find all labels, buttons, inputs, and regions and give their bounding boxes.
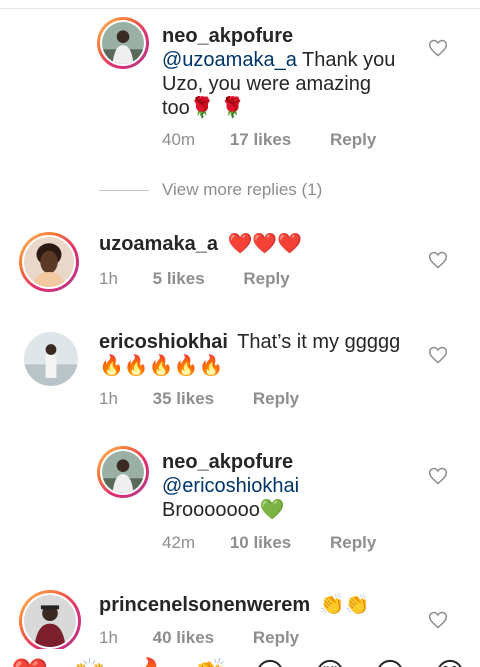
comment-princenelsonenwerem: princenelsonenwerem 👏👏 1h 40 likes Reply [0, 588, 480, 649]
comment-time: 40m [162, 130, 196, 149]
profile-photo [102, 451, 144, 493]
profile-photo [102, 22, 144, 64]
comment-body-line1: Thank you [302, 49, 396, 71]
emoji-clap[interactable]: 👏 [190, 655, 230, 667]
comment-body: 👏👏 [319, 594, 370, 616]
likes-count[interactable]: 5 likes [153, 269, 205, 289]
comment-text: neo_akpofure @ericoshiokhai Brooooooo💚 [162, 450, 412, 522]
like-heart-icon[interactable] [428, 250, 448, 270]
avatar[interactable] [19, 232, 79, 292]
likes-count[interactable]: 17 likes [230, 130, 291, 150]
emoji-fire[interactable]: 🔥 [130, 655, 170, 667]
comment-text: ericoshiokhai That’s it my ggggg 🔥🔥🔥🔥🔥 [99, 330, 419, 378]
comment-username[interactable]: princenelsonenwerem [99, 594, 310, 616]
emoji-crying[interactable]: 😢 [250, 655, 290, 667]
emoji-heart[interactable]: ❤️ [10, 655, 50, 667]
reply-button[interactable]: Reply [330, 130, 376, 150]
comment-meta: 1h 35 likes Reply [99, 389, 299, 409]
mention-link[interactable]: @ericoshiokhai [162, 475, 299, 497]
comment-reply-neo-1: neo_akpofure @uzoamaka_a Thank you Uzo, … [0, 0, 480, 170]
profile-photo [24, 237, 74, 287]
profile-photo [24, 595, 76, 647]
comment-time: 42m [162, 533, 196, 552]
likes-count[interactable]: 35 likes [153, 389, 214, 409]
comment-body-line2: 🔥🔥🔥🔥🔥 [99, 355, 224, 377]
comment-meta: 40m 17 likes Reply [162, 130, 376, 150]
comment-text: uzoamaka_a ❤️❤️❤️ [99, 232, 419, 256]
like-heart-icon[interactable] [428, 38, 448, 58]
comment-meta: 1h 5 likes Reply [99, 269, 290, 289]
comment-body-line2: Uzo, you were amazing [162, 73, 371, 95]
comment-text: princenelsonenwerem 👏👏 [99, 593, 419, 617]
emoji-raised-hands[interactable]: 🙌 [70, 655, 110, 667]
comment-body-line3: too🌹 🌹 [162, 97, 246, 119]
comment-username[interactable]: uzoamaka_a [99, 233, 218, 255]
comment-body: Brooooooo💚 [162, 499, 285, 521]
emoji-surprised[interactable]: 😮 [370, 655, 410, 667]
avatar[interactable] [19, 590, 81, 649]
reply-button[interactable]: Reply [330, 533, 376, 553]
like-heart-icon[interactable] [428, 466, 448, 486]
mention-link[interactable]: @uzoamaka_a [162, 49, 297, 71]
comment-time: 1h [99, 389, 118, 408]
comment-reply-neo-2: neo_akpofure @ericoshiokhai Brooooooo💚 4… [0, 440, 480, 570]
comment-body: That’s it my ggggg [237, 331, 401, 353]
reply-button[interactable]: Reply [253, 628, 299, 648]
reply-button[interactable]: Reply [243, 269, 289, 289]
comment-time: 1h [99, 269, 118, 288]
likes-count[interactable]: 10 likes [230, 533, 291, 553]
comment-username[interactable]: neo_akpofure [162, 451, 293, 473]
emoji-heart-eyes[interactable]: 😍 [310, 655, 350, 667]
comment-username[interactable]: neo_akpofure [162, 25, 293, 47]
like-heart-icon[interactable] [428, 610, 448, 630]
view-more-replies[interactable]: View more replies (1) [99, 178, 399, 204]
avatar[interactable] [24, 332, 78, 386]
avatar[interactable] [97, 17, 149, 69]
comment-text: neo_akpofure @uzoamaka_a Thank you Uzo, … [162, 24, 412, 120]
comment-meta: 1h 40 likes Reply [99, 628, 299, 648]
comment-ericoshiokhai: ericoshiokhai That’s it my ggggg 🔥🔥🔥🔥🔥 1… [0, 320, 480, 420]
emoji-reaction-bar: ❤️ 🙌 🔥 👏 😢 😍 😮 😂 [0, 649, 480, 667]
view-more-replies-label[interactable]: View more replies (1) [162, 180, 322, 200]
comment-username[interactable]: ericoshiokhai [99, 331, 228, 353]
comment-body: ❤️❤️❤️ [227, 233, 303, 255]
comment-uzoamaka: uzoamaka_a ❤️❤️❤️ 1h 5 likes Reply [0, 220, 480, 300]
divider-line [99, 190, 149, 191]
profile-photo [24, 332, 78, 386]
emoji-laughing[interactable]: 😂 [430, 655, 470, 667]
reply-button[interactable]: Reply [253, 389, 299, 409]
avatar[interactable] [97, 446, 149, 498]
comment-meta: 42m 10 likes Reply [162, 533, 376, 553]
comment-time: 1h [99, 628, 118, 647]
like-heart-icon[interactable] [428, 345, 448, 365]
likes-count[interactable]: 40 likes [153, 628, 214, 648]
